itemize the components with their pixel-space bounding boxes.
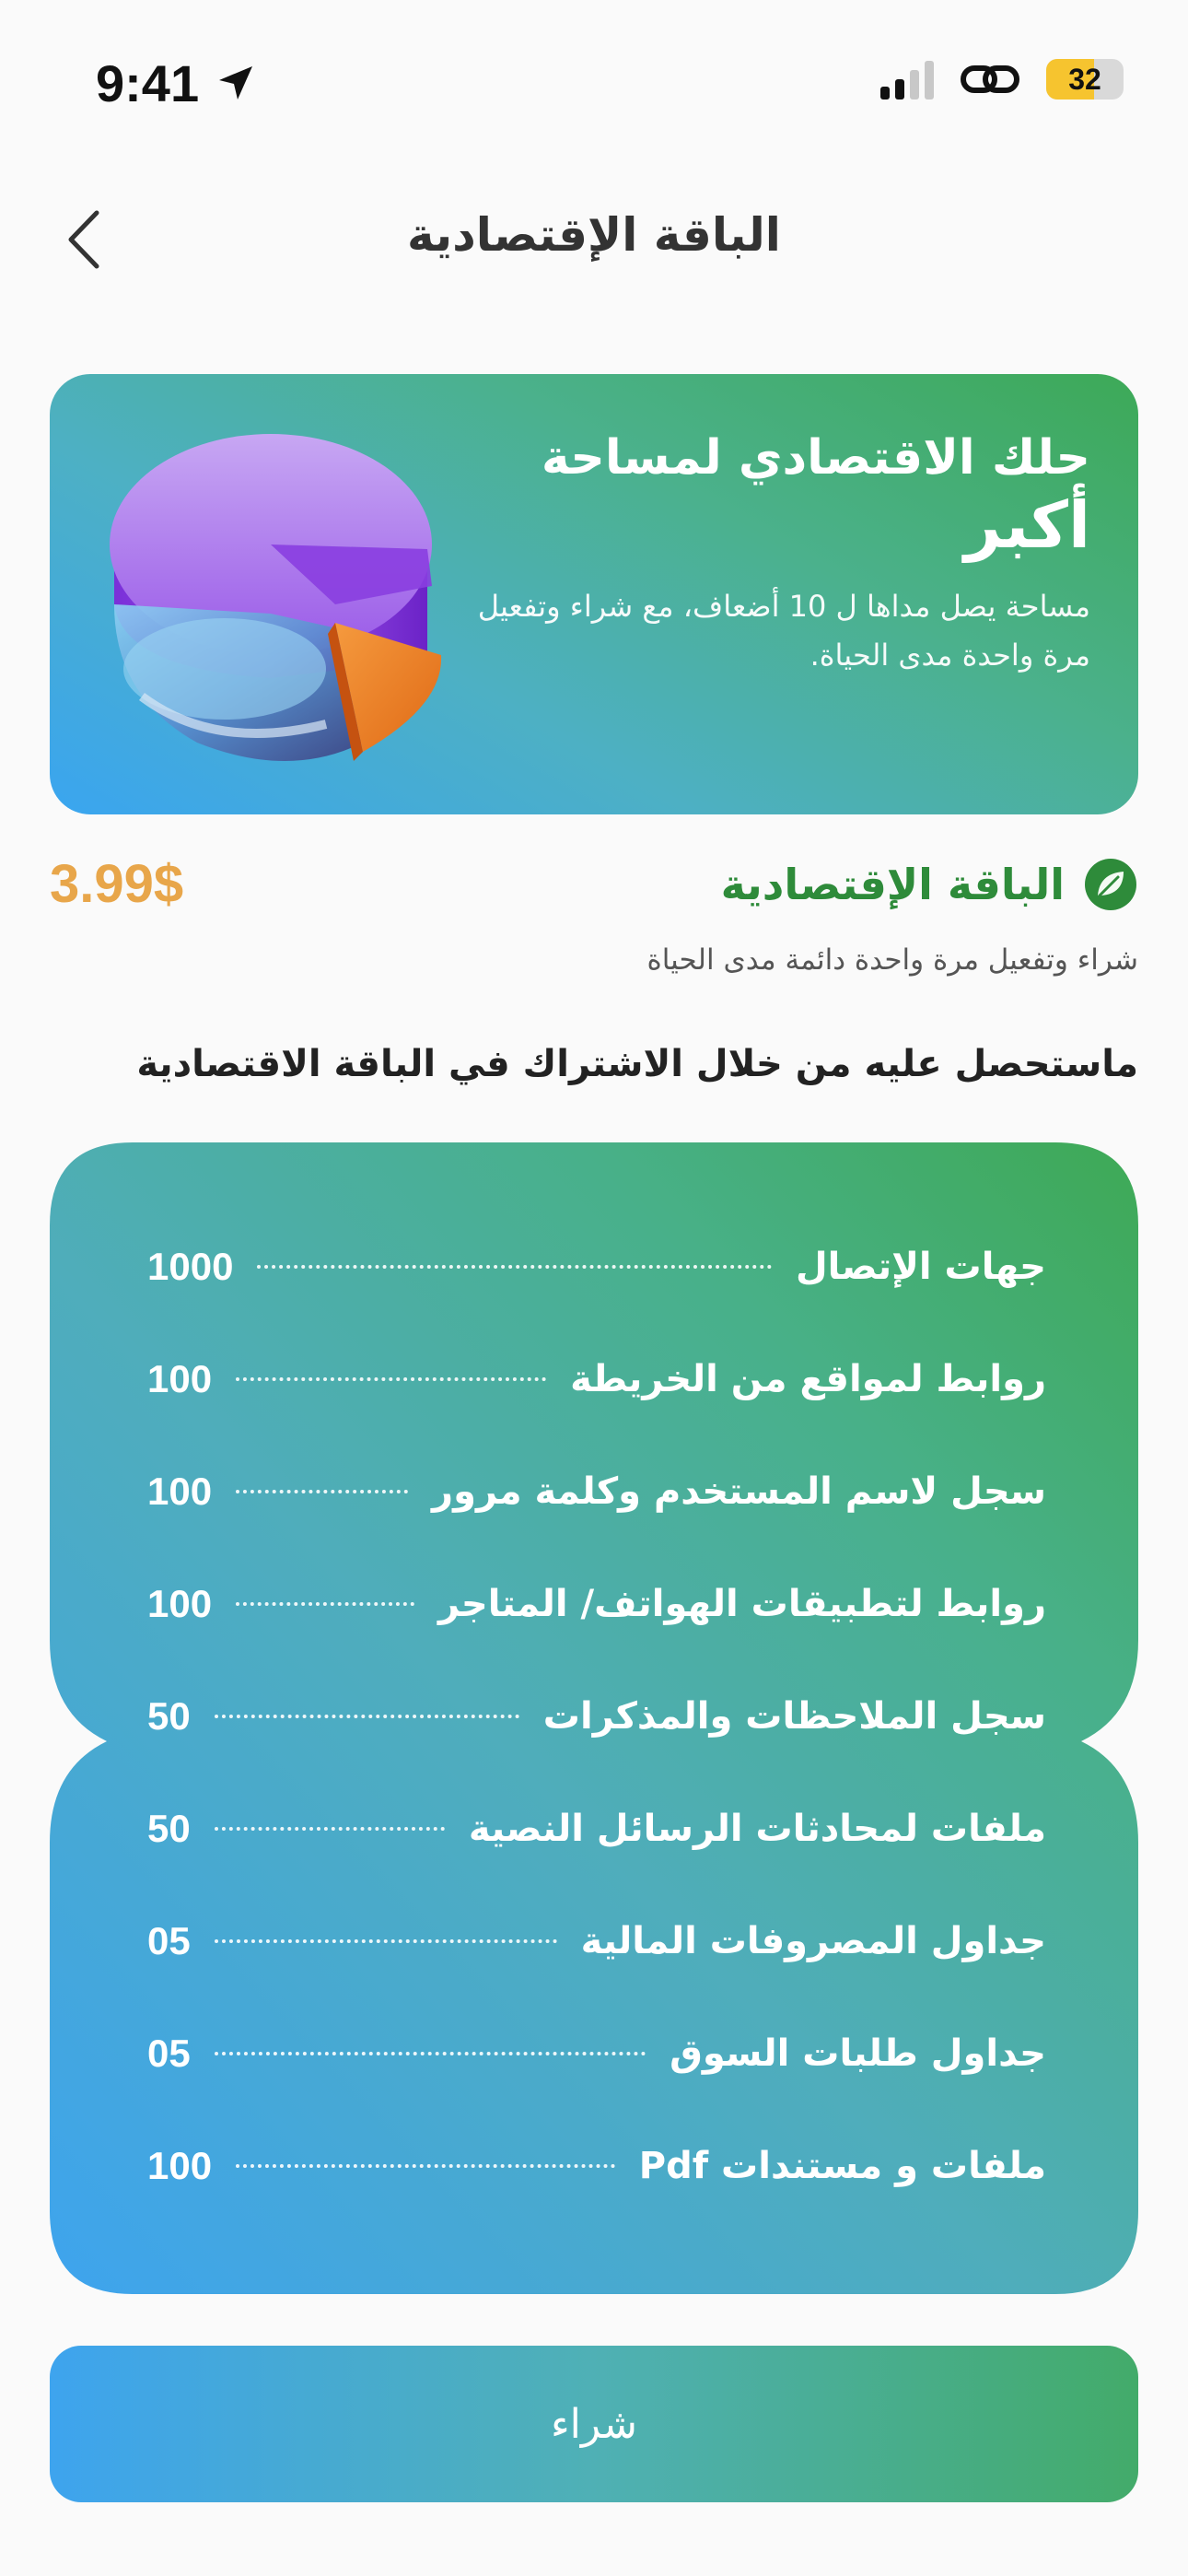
buy-button[interactable]: شراء	[50, 2346, 1138, 2502]
feature-row: روابط لمواقع من الخريطة 100	[147, 1347, 1046, 1411]
feature-divider	[236, 1490, 409, 1493]
feature-value: 100	[147, 1357, 213, 1400]
feature-row: ملفات و مستندات Pdf 100	[147, 2134, 1046, 2198]
feature-value: 1000	[147, 1245, 234, 1288]
feature-label: روابط لتطبيقات الهواتف/ المتاجر	[438, 1583, 1046, 1625]
buy-button-label: شراء	[550, 2400, 638, 2448]
hero-title-emphasis: أكبر	[964, 487, 1090, 564]
feature-row: جداول طلبات السوق 05	[147, 2021, 1046, 2086]
feature-divider	[236, 1602, 414, 1606]
features-card: جهات الإتصال 1000 روابط لمواقع من الخريط…	[50, 1142, 1138, 2294]
feature-row: جهات الإتصال 1000	[147, 1235, 1046, 1299]
feature-label: جهات الإتصال	[795, 1246, 1046, 1288]
feature-value: 100	[147, 1469, 213, 1513]
package-price: 3.99$	[50, 854, 184, 914]
feature-label: روابط لمواقع من الخريطة	[570, 1358, 1046, 1400]
link-icon	[961, 65, 1019, 93]
feature-value: 100	[147, 2144, 213, 2187]
hero-subtitle: مساحة يصل مداها ل 10 أضعاف، مع شراء وتفع…	[477, 589, 1090, 673]
package-name-text: الباقة الإقتصادية	[720, 860, 1065, 909]
page-title: الباقة الإقتصادية	[407, 208, 781, 262]
leaf-icon	[1085, 859, 1136, 910]
battery-level: 32	[1068, 62, 1101, 96]
feature-label: جداول طلبات السوق	[670, 2032, 1046, 2075]
pie-chart-illustration	[110, 434, 442, 761]
hero-title: حلك الاقتصادي لمساحة	[541, 430, 1090, 486]
feature-row: سجل لاسم المستخدم وكلمة مرور 100	[147, 1459, 1046, 1524]
status-bar: 9:41 32	[0, 0, 1188, 166]
status-time: 9:41	[96, 54, 200, 112]
feature-divider	[214, 1715, 519, 1718]
battery-icon: 32	[1046, 59, 1124, 100]
feature-label: سجل لاسم المستخدم وكلمة مرور	[432, 1470, 1046, 1513]
feature-value: 05	[147, 2032, 191, 2075]
feature-value: 50	[147, 1694, 191, 1738]
feature-divider	[214, 1827, 445, 1831]
nav-bar: الباقة الإقتصادية	[0, 166, 1188, 313]
hero-banner: حلك الاقتصادي لمساحة أكبر مساحة يصل مداه…	[50, 374, 1138, 814]
feature-label: جداول المصروفات المالية	[580, 1920, 1046, 1962]
package-header: الباقة الإقتصادية 3.99$	[50, 848, 1138, 921]
status-indicators: 32	[880, 59, 1124, 100]
feature-value: 05	[147, 1919, 191, 1962]
package-name: الباقة الإقتصادية	[721, 857, 1138, 912]
feature-row: جداول المصروفات المالية 05	[147, 1909, 1046, 1973]
feature-label: ملفات و مستندات Pdf	[638, 2145, 1046, 2187]
feature-value: 100	[147, 1582, 213, 1625]
feature-row: سجل الملاحظات والمذكرات 50	[147, 1684, 1046, 1749]
feature-divider	[236, 2164, 615, 2168]
feature-value: 50	[147, 1807, 191, 1850]
feature-label: سجل الملاحظات والمذكرات	[542, 1695, 1046, 1738]
benefits-heading: ماستحصل عليه من خلال الاشتراك في الباقة …	[136, 1043, 1138, 1085]
feature-divider	[236, 1377, 547, 1381]
location-arrow-icon	[219, 66, 252, 100]
feature-label: ملفات لمحادثات الرسائل النصية	[468, 1808, 1046, 1850]
feature-divider	[214, 2052, 646, 2055]
hero-text: حلك الاقتصادي لمساحة أكبر مساحة يصل مداه…	[446, 429, 1090, 680]
feature-row: روابط لتطبيقات الهواتف/ المتاجر 100	[147, 1572, 1046, 1636]
feature-divider	[257, 1265, 772, 1269]
feature-row: ملفات لمحادثات الرسائل النصية 50	[147, 1797, 1046, 1861]
features-list: جهات الإتصال 1000 روابط لمواقع من الخريط…	[50, 1142, 1138, 2294]
package-description: شراء وتفعيل مرة واحدة دائمة مدى الحياة	[646, 943, 1138, 977]
screen: 9:41 32 الباقة الإقتصادية حلك الاقتصادي …	[0, 0, 1188, 2576]
feature-divider	[214, 1939, 557, 1943]
cellular-signal-icon	[880, 59, 934, 100]
